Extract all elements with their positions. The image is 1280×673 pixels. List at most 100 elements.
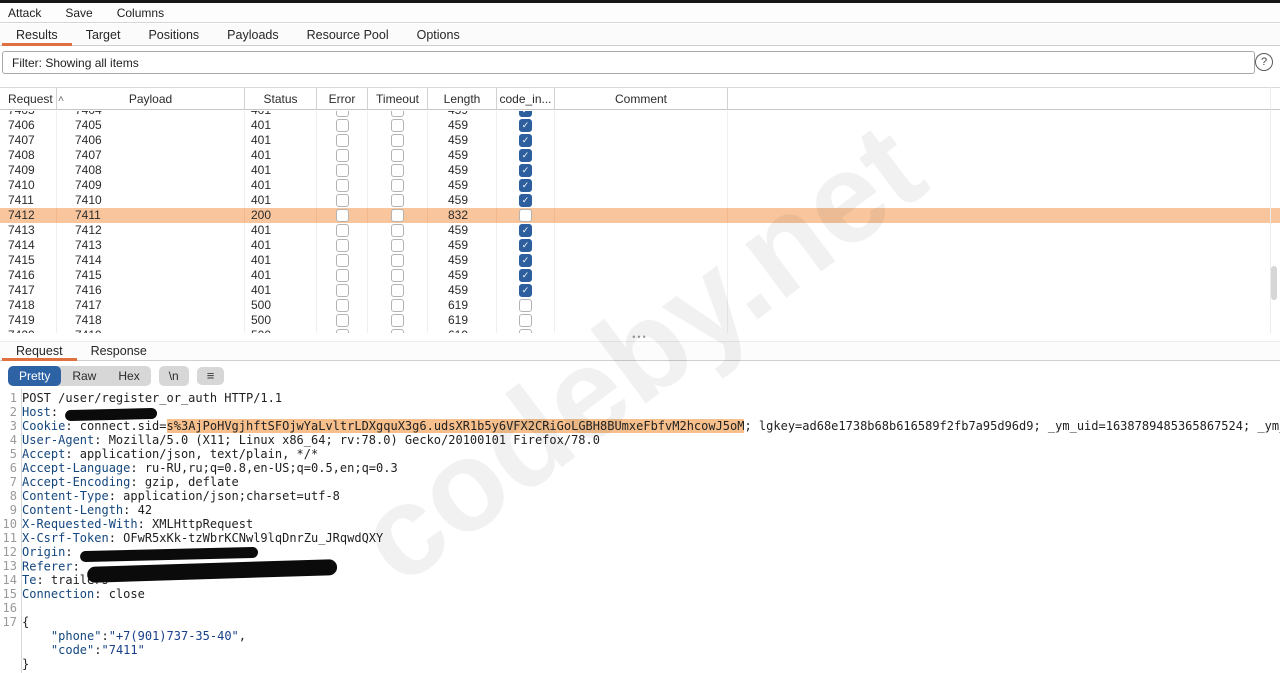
splitter-dots-icon: ••• bbox=[632, 332, 648, 342]
request-line: 15 Connection: close bbox=[0, 587, 1280, 601]
table-row[interactable]: 7408 7407 401 459 ✓ bbox=[0, 148, 1280, 163]
unchecked-checkbox[interactable] bbox=[335, 299, 349, 312]
unchecked-checkbox[interactable] bbox=[391, 224, 404, 237]
table-row[interactable]: 74057404401 459 ✓ bbox=[0, 111, 1280, 118]
unchecked-checkbox[interactable] bbox=[391, 111, 404, 117]
unchecked-checkbox[interactable] bbox=[335, 149, 349, 162]
table-row[interactable]: 7417 7416 401 459 ✓ bbox=[0, 283, 1280, 298]
checked-checkbox[interactable]: ✓ bbox=[519, 284, 532, 297]
pretty-button[interactable]: Pretty bbox=[8, 365, 62, 386]
cell-payload: 7418 bbox=[57, 313, 245, 328]
unchecked-checkbox[interactable] bbox=[335, 314, 349, 327]
tab-target[interactable]: Target bbox=[72, 24, 135, 45]
unchecked-checkbox[interactable] bbox=[391, 179, 404, 192]
editor-menu-button[interactable]: ≡ bbox=[196, 366, 225, 385]
unchecked-checkbox[interactable] bbox=[391, 164, 404, 177]
unchecked-checkbox[interactable] bbox=[391, 119, 404, 132]
checked-checkbox[interactable]: ✓ bbox=[519, 119, 532, 132]
unchecked-checkbox[interactable] bbox=[335, 254, 349, 267]
unchecked-checkbox[interactable] bbox=[391, 299, 404, 312]
unchecked-checkbox[interactable] bbox=[391, 149, 404, 162]
column-header-comment[interactable]: Comment bbox=[555, 88, 728, 109]
checked-checkbox[interactable]: ✓ bbox=[519, 194, 532, 207]
unchecked-checkbox[interactable] bbox=[391, 314, 404, 327]
column-header-payload[interactable]: Payload bbox=[57, 88, 245, 109]
cell-payload: 7407 bbox=[57, 148, 245, 163]
unchecked-checkbox[interactable] bbox=[335, 239, 349, 252]
tab-payloads[interactable]: Payloads bbox=[213, 24, 292, 45]
column-header-length[interactable]: Length bbox=[428, 88, 497, 109]
table-row[interactable]: 7416 7415 401 459 ✓ bbox=[0, 268, 1280, 283]
unchecked-checkbox[interactable] bbox=[335, 164, 349, 177]
unchecked-checkbox[interactable] bbox=[335, 209, 349, 222]
column-header-code-in[interactable]: code_in... bbox=[497, 88, 555, 109]
unchecked-checkbox[interactable] bbox=[335, 179, 349, 192]
vertical-scrollbar-thumb[interactable] bbox=[1271, 266, 1277, 300]
tab-options[interactable]: Options bbox=[403, 24, 474, 45]
unchecked-checkbox[interactable] bbox=[335, 119, 349, 132]
menu-columns[interactable]: Columns bbox=[117, 6, 164, 20]
help-icon[interactable]: ? bbox=[1255, 53, 1273, 71]
column-header-request[interactable]: Request ∧ bbox=[0, 88, 65, 109]
table-row[interactable]: 7418 7417 500 619 bbox=[0, 298, 1280, 313]
unchecked-checkbox[interactable] bbox=[391, 239, 404, 252]
checked-checkbox[interactable]: ✓ bbox=[519, 111, 532, 117]
table-row[interactable]: 7406 7405 401 459 ✓ bbox=[0, 118, 1280, 133]
checked-checkbox[interactable]: ✓ bbox=[519, 239, 532, 252]
table-row[interactable]: 7415 7414 401 459 ✓ bbox=[0, 253, 1280, 268]
table-row[interactable]: 7413 7412 401 459 ✓ bbox=[0, 223, 1280, 238]
checked-checkbox[interactable]: ✓ bbox=[519, 149, 532, 162]
menu-save[interactable]: Save bbox=[65, 6, 92, 20]
column-header-timeout[interactable]: Timeout bbox=[368, 88, 428, 109]
unchecked-checkbox[interactable] bbox=[335, 194, 349, 207]
cell-comment bbox=[555, 133, 728, 148]
table-row[interactable]: 7409 7408 401 459 ✓ bbox=[0, 163, 1280, 178]
unchecked-checkbox[interactable] bbox=[519, 299, 532, 312]
checked-checkbox[interactable]: ✓ bbox=[519, 164, 532, 177]
unchecked-checkbox[interactable] bbox=[391, 254, 404, 267]
column-header-error[interactable]: Error bbox=[317, 88, 368, 109]
menu-attack[interactable]: Attack bbox=[8, 6, 41, 20]
hex-button[interactable]: Hex bbox=[107, 366, 150, 386]
splitter-handle[interactable]: ••• bbox=[0, 332, 1280, 342]
tab-resource-pool[interactable]: Resource Pool bbox=[293, 24, 403, 45]
unchecked-checkbox[interactable] bbox=[335, 269, 349, 282]
raw-button[interactable]: Raw bbox=[61, 366, 107, 386]
tab-payloads-label: Payloads bbox=[227, 27, 279, 42]
table-row[interactable]: 7410 7409 401 459 ✓ bbox=[0, 178, 1280, 193]
unchecked-checkbox[interactable] bbox=[335, 284, 349, 297]
unchecked-checkbox[interactable] bbox=[335, 111, 349, 117]
unchecked-checkbox[interactable] bbox=[391, 194, 404, 207]
table-row[interactable]: 7407 7406 401 459 ✓ bbox=[0, 133, 1280, 148]
checked-checkbox[interactable]: ✓ bbox=[519, 224, 532, 237]
unchecked-checkbox[interactable] bbox=[519, 209, 532, 222]
checked-checkbox[interactable]: ✓ bbox=[519, 134, 532, 147]
unchecked-checkbox[interactable] bbox=[391, 134, 404, 147]
tab-response[interactable]: Response bbox=[77, 342, 161, 360]
table-row[interactable]: 7412 7411 200 832 bbox=[0, 208, 1280, 223]
results-table: Request ∧ Payload Status Error Timeout L… bbox=[0, 87, 1280, 333]
tab-positions[interactable]: Positions bbox=[134, 24, 213, 45]
request-editor[interactable]: 1 POST /user/register_or_auth HTTP/1.1 2 Ho… bbox=[0, 389, 1280, 673]
request-text bbox=[22, 629, 51, 643]
unchecked-checkbox[interactable] bbox=[519, 314, 532, 327]
cell-request: 7408 bbox=[0, 148, 57, 163]
column-header-request-label: Request bbox=[8, 91, 53, 106]
unchecked-checkbox[interactable] bbox=[335, 224, 349, 237]
unchecked-checkbox[interactable] bbox=[391, 209, 404, 222]
checked-checkbox[interactable]: ✓ bbox=[519, 254, 532, 267]
tab-results[interactable]: Results bbox=[2, 24, 72, 46]
tab-request[interactable]: Request bbox=[2, 342, 77, 361]
column-header-status[interactable]: Status bbox=[245, 88, 317, 109]
table-row[interactable]: 7411 7410 401 459 ✓ bbox=[0, 193, 1280, 208]
checked-checkbox[interactable]: ✓ bbox=[519, 179, 532, 192]
unchecked-checkbox[interactable] bbox=[335, 134, 349, 147]
table-row[interactable]: 7414 7413 401 459 ✓ bbox=[0, 238, 1280, 253]
unchecked-checkbox[interactable] bbox=[391, 269, 404, 282]
checked-checkbox[interactable]: ✓ bbox=[519, 269, 532, 282]
line-content: { bbox=[22, 615, 29, 629]
newline-toggle-button[interactable]: \n bbox=[158, 365, 189, 386]
unchecked-checkbox[interactable] bbox=[391, 284, 404, 297]
filter-bar[interactable]: Filter: Showing all items bbox=[2, 51, 1255, 74]
table-row[interactable]: 7419 7418 500 619 bbox=[0, 313, 1280, 328]
